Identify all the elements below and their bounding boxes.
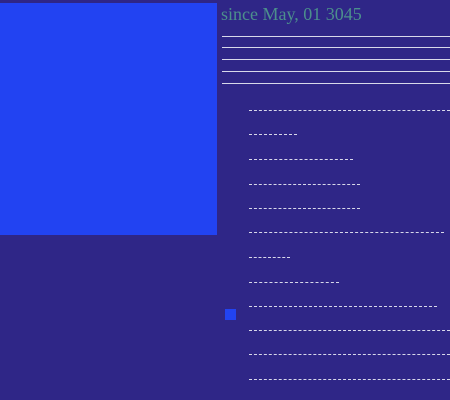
separator-rule [222, 59, 450, 60]
separator-rule [222, 36, 450, 37]
image-placeholder [0, 3, 217, 235]
redacted-text-line [249, 232, 444, 233]
page: since May, 01 3045 [0, 0, 450, 400]
redacted-text-line [249, 134, 297, 135]
redacted-text-line [249, 257, 290, 258]
redacted-text-line [249, 159, 353, 160]
separator-rule [222, 71, 450, 72]
redacted-text-line [249, 110, 450, 111]
separator-rule [222, 83, 450, 84]
redacted-text-line [249, 330, 450, 331]
square-bullet-icon [225, 309, 236, 320]
redacted-text-line [249, 208, 360, 209]
redacted-text-line [249, 354, 450, 355]
separator-rule [222, 47, 450, 48]
redacted-text-line [249, 184, 360, 185]
since-date-label: since May, 01 3045 [221, 4, 362, 24]
redacted-text-line [249, 306, 437, 307]
redacted-text-line [249, 379, 450, 380]
redacted-text-line [249, 282, 339, 283]
